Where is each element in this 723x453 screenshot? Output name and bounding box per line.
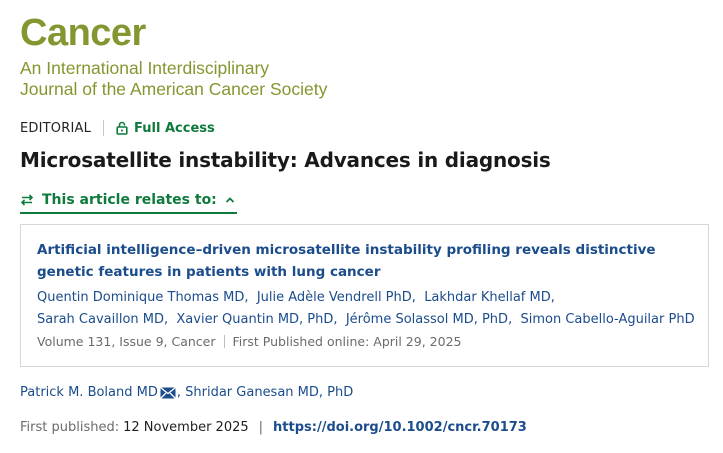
article-title: Microsatellite instability: Advances in … [20, 148, 551, 172]
related-published-online: First Published online: April 29, 2025 [232, 334, 462, 349]
pub-separator: | [258, 420, 264, 435]
related-article-meta: Volume 131, Issue 9, Cancer First Publis… [37, 334, 462, 349]
related-author[interactable]: Sarah Cavaillon MD [37, 312, 164, 327]
relates-toggle[interactable]: This article relates to: [20, 188, 237, 214]
journal-subtitle-line-1: An International Interdisciplinary [20, 58, 270, 78]
access-badge: Full Access [116, 121, 215, 136]
author-separator: , [176, 385, 186, 400]
related-author[interactable]: Jérôme Solassol MD, PhD [346, 312, 508, 327]
meta-divider [103, 120, 105, 136]
related-journal: Cancer [171, 334, 216, 349]
first-published-label: First published: [20, 420, 120, 435]
related-author[interactable]: Julie Adèle Vendrell PhD [257, 290, 412, 305]
article-meta-row: EDITORIAL Full Access [20, 118, 215, 138]
author-link[interactable]: Patrick M. Boland MD [20, 385, 158, 400]
related-issue: Issue 9 [119, 334, 164, 349]
meta-divider [223, 335, 225, 348]
related-author[interactable]: Lakhdar Khellaf MD [424, 290, 551, 305]
author-link[interactable]: Shridar Ganesan MD, PhD [185, 385, 353, 400]
chevron-up-icon [225, 197, 234, 203]
article-authors: Patrick M. Boland MD , Shridar Ganesan M… [20, 385, 353, 400]
related-author[interactable]: Xavier Quantin MD, PhD [176, 312, 333, 327]
relates-label: This article relates to: [42, 192, 217, 208]
journal-subtitle: An International Interdisciplinary Journ… [20, 58, 327, 100]
doi-link[interactable]: https://doi.org/10.1002/cncr.70173 [273, 420, 527, 435]
related-article-title[interactable]: Artificial intelligence–driven microsate… [37, 239, 697, 283]
swap-arrows-icon [20, 194, 34, 206]
related-author[interactable]: Quentin Dominique Thomas MD [37, 290, 244, 305]
related-article-card: Artificial intelligence–driven microsate… [20, 224, 709, 367]
journal-title[interactable]: Cancer [20, 12, 327, 54]
related-article-authors: Quentin Dominique Thomas MD, Julie Adèle… [37, 290, 695, 327]
article-type: EDITORIAL [20, 120, 92, 136]
publication-info: First published: 12 November 2025 | http… [20, 420, 527, 435]
journal-subtitle-line-2: Journal of the American Cancer Society [20, 79, 328, 99]
lock-icon [116, 121, 128, 135]
envelope-icon[interactable] [159, 386, 176, 399]
access-label: Full Access [134, 120, 215, 136]
journal-header: Cancer An International Interdisciplinar… [20, 12, 327, 100]
related-author[interactable]: Simon Cabello-Aguilar PhD [520, 312, 694, 327]
related-volume: Volume 131 [37, 334, 112, 349]
first-published-date: 12 November 2025 [123, 420, 249, 435]
